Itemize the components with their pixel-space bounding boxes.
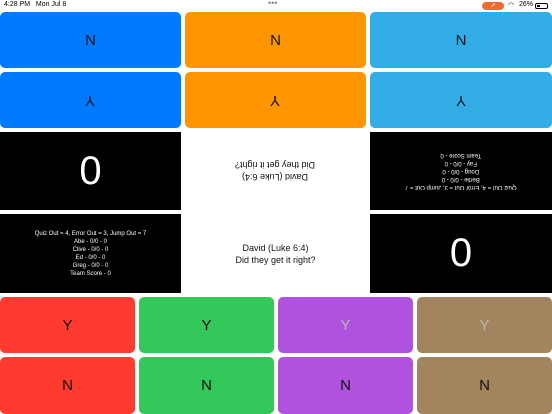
quizzer-stat: Greg - 0/0 - 0 bbox=[72, 262, 109, 269]
team-score-label: Team Score - 0 bbox=[70, 270, 111, 277]
top-team-score: 0 bbox=[0, 132, 181, 210]
bottom-team-quizzer-2-yes-button[interactable]: Y bbox=[139, 297, 274, 353]
top-team-quizzer-1-no-button[interactable]: N bbox=[0, 12, 181, 68]
question-prompt: Did they get it right? bbox=[235, 160, 316, 170]
no-label: N bbox=[62, 377, 73, 394]
wifi-icon: ◠ bbox=[508, 2, 515, 9]
bottom-team-quizzer-3-no-button[interactable]: N bbox=[278, 357, 413, 414]
top-team-question-panel: David (Luke 6:4) Did they get it right? bbox=[185, 132, 366, 210]
no-label: N bbox=[455, 31, 467, 49]
top-team-status-panel: Quiz Out = 4, Error Out = 3, Jump Out = … bbox=[370, 132, 552, 210]
yes-label: Y bbox=[455, 91, 466, 109]
bottom-team-question-panel: David (Luke 6:4) Did they get it right? bbox=[185, 214, 366, 293]
quizzer-stat: Doug - 0/0 - 0 bbox=[442, 168, 480, 174]
bottom-team-quizzer-4-no-button[interactable]: N bbox=[417, 357, 552, 414]
top-team-quizzer-1-yes-button[interactable]: Y bbox=[0, 72, 181, 128]
top-team-score-value: 0 bbox=[79, 148, 102, 193]
status-time-date: 4:28 PM Mon Jul 8 bbox=[4, 1, 67, 8]
top-team-quizzer-3-no-button[interactable]: N bbox=[370, 12, 552, 68]
yes-label: Y bbox=[270, 91, 281, 109]
yes-label: Y bbox=[62, 316, 73, 334]
no-label: N bbox=[270, 31, 281, 49]
location-arrow-icon: ➚ bbox=[482, 2, 504, 10]
no-label: N bbox=[479, 377, 490, 394]
team-score-label: Team Score - 0 bbox=[440, 152, 482, 158]
quiz-rules: Quiz Out = 4, Error Out = 3, Jump Out = … bbox=[405, 184, 517, 190]
question-prompt: Did they get it right? bbox=[235, 254, 316, 265]
multitasking-dots-icon[interactable]: ••• bbox=[268, 0, 277, 8]
yes-label: Y bbox=[340, 316, 351, 334]
bottom-team-quizzer-2-no-button[interactable]: N bbox=[139, 357, 274, 414]
bottom-team-quizzer-1-yes-button[interactable]: Y bbox=[0, 297, 135, 353]
bottom-team-quizzer-3-yes-button[interactable]: Y bbox=[278, 297, 413, 353]
quizzer-stat: Bertie - 0/0 - 0 bbox=[442, 176, 481, 182]
status-bar: 4:28 PM Mon Jul 8 ••• ➚ ◠ 26% bbox=[0, 0, 552, 11]
no-label: N bbox=[85, 31, 96, 49]
top-team-quizzer-3-yes-button[interactable]: Y bbox=[370, 72, 552, 128]
top-team-quizzer-2-no-button[interactable]: N bbox=[185, 12, 366, 68]
bottom-team-score-value: 0 bbox=[449, 231, 473, 275]
bottom-team-quizzer-4-yes-button[interactable]: Y bbox=[417, 297, 552, 353]
quizzer-verse: David (Luke 6:4) bbox=[242, 242, 309, 253]
no-label: N bbox=[201, 377, 212, 394]
quizzer-stat: Ed - 0/0 - 0 bbox=[75, 254, 106, 261]
yes-label: Y bbox=[479, 316, 490, 334]
battery-percent: 26% bbox=[519, 1, 534, 8]
bottom-team-status-panel: Quiz Out = 4, Error Out = 3, Jump Out = … bbox=[0, 214, 181, 293]
battery-icon bbox=[535, 3, 548, 9]
quiz-rules: Quiz Out = 4, Error Out = 3, Jump Out = … bbox=[34, 230, 147, 237]
top-team-quizzer-2-yes-button[interactable]: Y bbox=[185, 72, 366, 128]
quizzer-verse: David (Luke 6:4) bbox=[242, 172, 309, 182]
quizzer-stat: Clive - 0/0 - 0 bbox=[72, 246, 109, 253]
quizzer-stat: Fay - 0/0 - 0 bbox=[444, 160, 478, 166]
yes-label: Y bbox=[85, 91, 96, 109]
bottom-team-score: 0 bbox=[370, 214, 552, 293]
no-label: N bbox=[340, 377, 351, 394]
quizzer-stat: Abe - 0/0 - 0 bbox=[73, 238, 108, 245]
yes-label: Y bbox=[201, 316, 212, 334]
bottom-team-quizzer-1-no-button[interactable]: N bbox=[0, 357, 135, 414]
